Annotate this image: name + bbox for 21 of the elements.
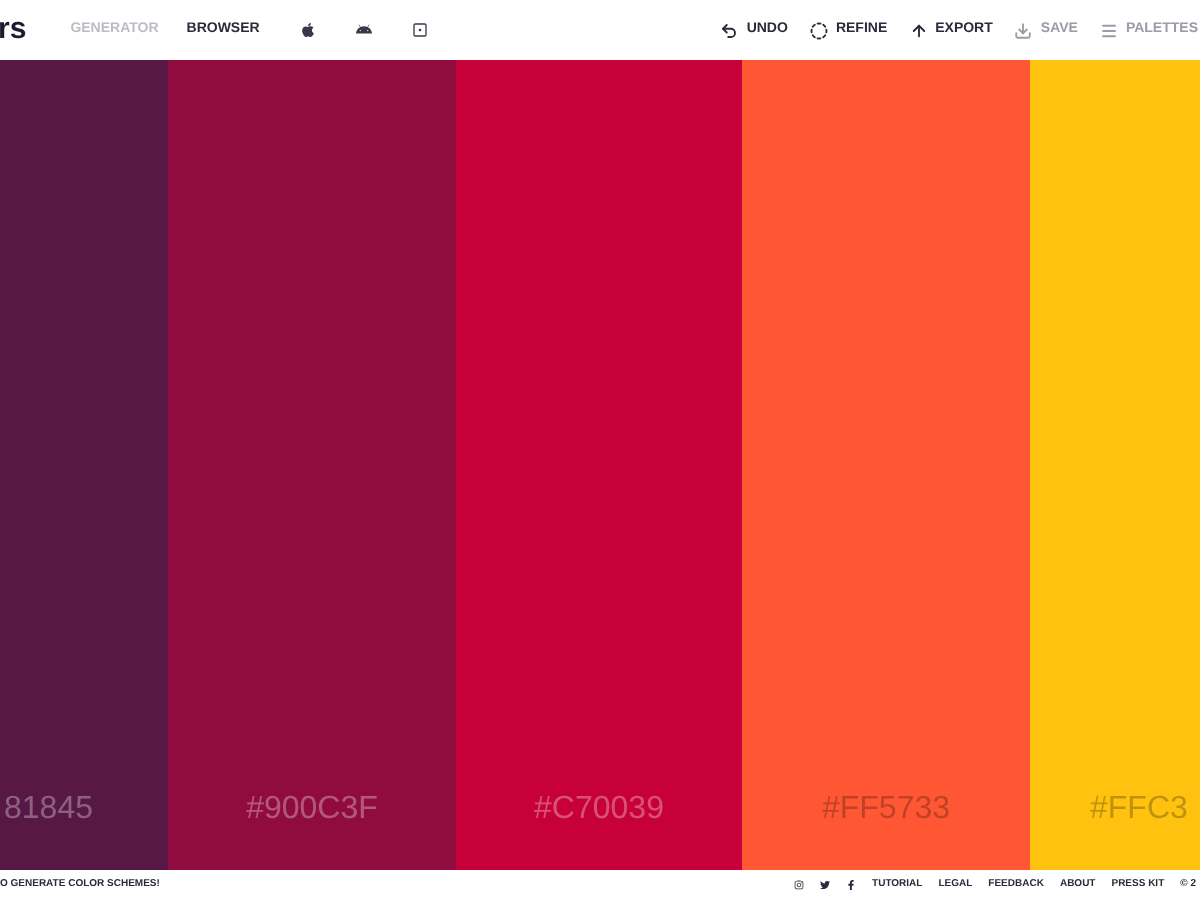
hex-code[interactable]: #C70039 [534,786,664,834]
color-swatch[interactable]: 81845 [0,60,168,870]
square-icon[interactable] [411,22,428,38]
facebook-icon[interactable] [846,880,857,890]
logo: rs [0,9,27,50]
download-icon [1014,21,1033,39]
color-swatch[interactable]: #900C3F [168,60,456,870]
color-swatch[interactable]: #FFC3 [1030,60,1200,870]
hex-code[interactable]: #FF5733 [821,786,951,834]
undo-icon [720,21,739,39]
android-icon[interactable] [355,22,372,38]
hex-code[interactable]: 81845 [4,786,93,834]
hex-code[interactable]: #900C3F [246,786,378,834]
arrow-up-icon [909,21,928,39]
twitter-icon[interactable] [820,880,831,890]
menu-icon [1099,21,1118,39]
color-swatch[interactable]: #FF5733 [742,60,1030,870]
color-swatch[interactable]: #C70039 [456,60,742,870]
instagram-icon[interactable] [794,880,805,890]
apple-icon[interactable] [299,22,316,38]
hex-code[interactable]: #FFC3 [1090,786,1188,834]
